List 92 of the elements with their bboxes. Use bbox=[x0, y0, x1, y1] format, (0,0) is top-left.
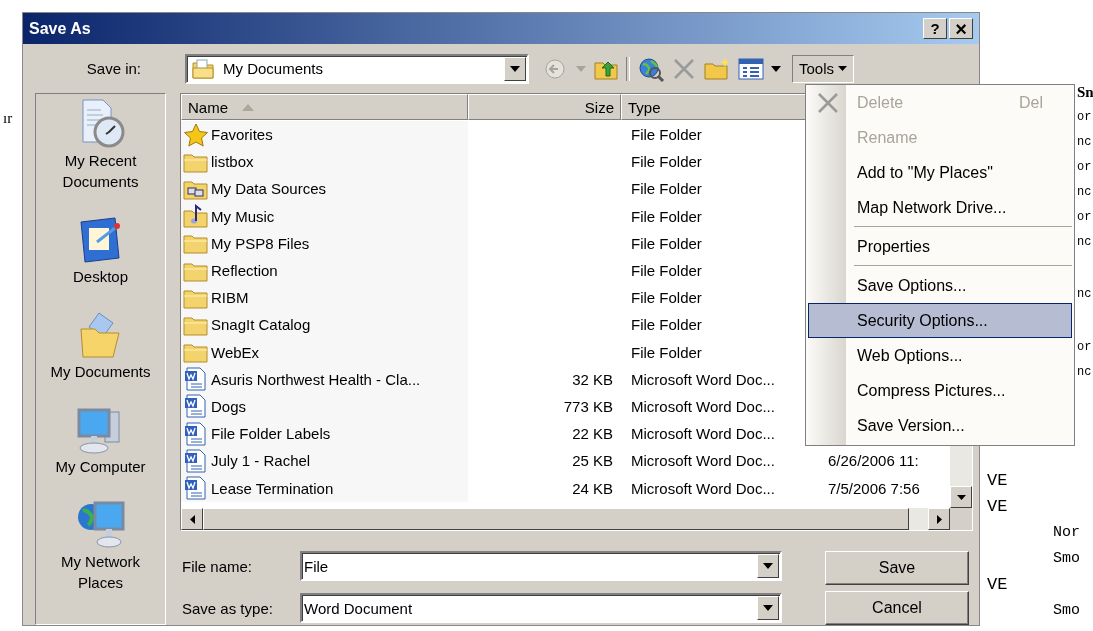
place-item[interactable]: My Recent Documents bbox=[36, 98, 165, 192]
document-text: Smo bbox=[1053, 549, 1080, 569]
tools-menu-button[interactable]: Tools bbox=[792, 54, 855, 83]
music-folder-icon bbox=[183, 204, 209, 229]
file-size: 24 KB bbox=[572, 479, 613, 497]
file-type: File Folder bbox=[631, 234, 702, 252]
menu-item[interactable]: Add to "My Places" bbox=[808, 155, 1072, 190]
document-text: nc bbox=[1077, 286, 1092, 303]
file-type: File Folder bbox=[631, 262, 702, 280]
file-name[interactable]: listbox bbox=[211, 153, 254, 171]
file-name[interactable]: RIBM bbox=[211, 289, 249, 307]
scroll-down-button[interactable] bbox=[950, 486, 972, 508]
size-column-header[interactable]: Size bbox=[468, 94, 621, 120]
date-modified: 6/26/2006 11: bbox=[828, 452, 919, 470]
file-type: Microsoft Word Doc... bbox=[631, 479, 775, 497]
down-arrow-icon bbox=[956, 494, 966, 500]
scroll-left-button[interactable] bbox=[181, 508, 203, 530]
caret-icon bbox=[510, 65, 520, 72]
document-text: Sn bbox=[1077, 83, 1093, 102]
file-name[interactable]: Reflection bbox=[211, 262, 278, 280]
document-text: Nor bbox=[1053, 523, 1080, 543]
cancel-button[interactable]: Cancel bbox=[825, 591, 969, 625]
file-name-label: File name: bbox=[182, 557, 254, 575]
menu-item[interactable]: Web Options... bbox=[808, 338, 1072, 373]
close-button[interactable]: × bbox=[949, 18, 973, 40]
views-icon[interactable] bbox=[738, 57, 764, 80]
right-arrow-icon bbox=[936, 514, 942, 524]
caret-icon bbox=[763, 563, 773, 569]
file-size: 22 KB bbox=[572, 425, 613, 443]
document-text: or bbox=[1077, 109, 1092, 126]
left-arrow-icon bbox=[189, 514, 195, 524]
document-text: nc bbox=[1077, 184, 1092, 201]
document-text: nc bbox=[1077, 134, 1092, 151]
scroll-right-button[interactable] bbox=[928, 508, 950, 530]
delete-icon bbox=[817, 91, 839, 114]
file-type: File Folder bbox=[631, 316, 702, 334]
place-item[interactable]: My Documents bbox=[36, 309, 165, 382]
save-in-dropdown[interactable]: My Documents bbox=[185, 53, 529, 84]
file-name[interactable]: My Music bbox=[211, 207, 275, 225]
file-name[interactable]: Favorites bbox=[211, 126, 273, 144]
scrollbar-corner bbox=[950, 508, 972, 530]
sort-arrow-icon bbox=[242, 103, 254, 111]
menu-item[interactable]: Security Options... bbox=[808, 303, 1072, 338]
document-text: nc bbox=[1077, 364, 1092, 381]
file-type: File Folder bbox=[631, 289, 702, 307]
document-text: or bbox=[1077, 209, 1092, 226]
star-icon bbox=[183, 122, 209, 147]
document-text: nc bbox=[1077, 234, 1092, 251]
file-size: 25 KB bbox=[572, 452, 613, 470]
document-text: VE bbox=[987, 574, 1008, 596]
document-text: VE bbox=[987, 470, 1008, 492]
caret-icon bbox=[838, 66, 848, 72]
place-item[interactable]: Desktop bbox=[36, 214, 165, 287]
place-item[interactable]: My Computer bbox=[36, 404, 165, 477]
file-name[interactable]: Dogs bbox=[211, 397, 247, 415]
globe-search-icon[interactable] bbox=[637, 55, 665, 82]
menu-item[interactable]: Save Options... bbox=[808, 268, 1072, 303]
caret-icon[interactable] bbox=[771, 65, 781, 72]
file-name[interactable]: WebEx bbox=[211, 343, 260, 361]
date-modified: 7/5/2006 7:56 bbox=[828, 479, 920, 497]
file-name-field[interactable]: File bbox=[300, 551, 782, 581]
document-text: ır bbox=[3, 110, 13, 127]
place-item[interactable]: My Network Places bbox=[36, 499, 165, 593]
file-type: Microsoft Word Doc... bbox=[631, 370, 775, 388]
save-as-type-label: Save as type: bbox=[182, 599, 274, 617]
folder-icon bbox=[191, 57, 215, 80]
save-as-type-dropdown[interactable]: Word Document bbox=[300, 593, 782, 623]
save-button[interactable]: Save bbox=[825, 551, 969, 585]
file-type: File Folder bbox=[631, 207, 702, 225]
file-type: File Folder bbox=[631, 180, 702, 198]
document-text: Smo bbox=[1053, 601, 1080, 621]
file-type: File Folder bbox=[631, 343, 702, 361]
help-button[interactable]: ? bbox=[923, 18, 947, 40]
document-text: or bbox=[1077, 339, 1092, 356]
file-size: 32 KB bbox=[572, 370, 613, 388]
document-text: or bbox=[1077, 159, 1092, 176]
menu-item[interactable]: Properties bbox=[808, 229, 1072, 264]
menu-item[interactable]: Save Version... bbox=[808, 408, 1072, 443]
menu-item[interactable]: Map Network Drive... bbox=[808, 190, 1072, 225]
save-in-label: Save in: bbox=[85, 60, 142, 78]
file-size: 773 KB bbox=[563, 397, 613, 415]
menu-item[interactable]: Compress Pictures... bbox=[808, 373, 1072, 408]
shortcut-text: Del bbox=[1019, 93, 1044, 112]
document-text: VE bbox=[987, 496, 1008, 518]
file-type: Microsoft Word Doc... bbox=[631, 397, 775, 415]
window-title: Save As bbox=[29, 19, 91, 38]
name-column-header[interactable]: Name bbox=[181, 94, 468, 120]
file-type: File Folder bbox=[631, 126, 702, 144]
file-type: Microsoft Word Doc... bbox=[631, 452, 775, 470]
file-type: File Folder bbox=[631, 153, 702, 171]
caret-icon bbox=[763, 605, 773, 611]
file-type: Microsoft Word Doc... bbox=[631, 425, 775, 443]
